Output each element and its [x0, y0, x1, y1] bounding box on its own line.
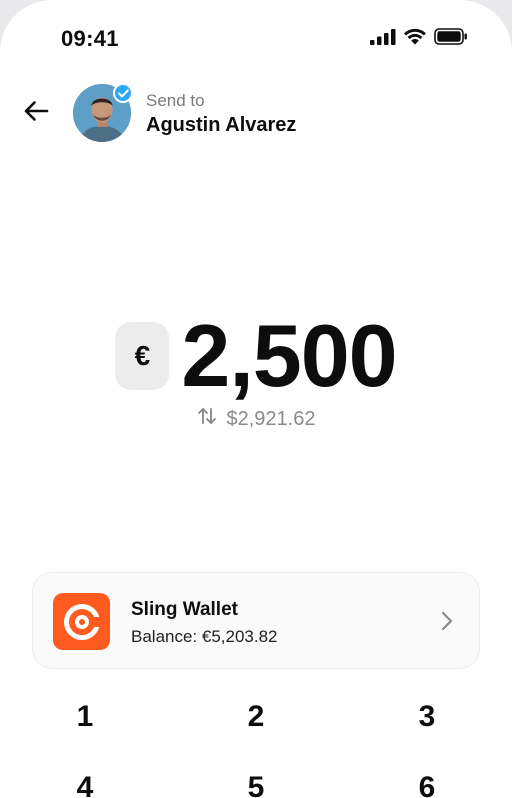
wallet-selector-card[interactable]: Sling Wallet Balance: €5,203.82 [32, 572, 480, 669]
keypad-key-4[interactable]: 4 [30, 761, 140, 798]
phone-screen: 09:41 Send to Agustin Alvarez € 2,500 $2… [0, 0, 512, 798]
battery-icon [434, 28, 468, 50]
sling-wallet-logo-icon [53, 593, 110, 650]
swap-vertical-icon[interactable] [197, 407, 217, 431]
keypad-key-5[interactable]: 5 [201, 761, 311, 798]
keypad-key-6[interactable]: 6 [372, 761, 482, 798]
currency-selector[interactable]: € [115, 322, 170, 390]
converted-amount-row: $2,921.62 [0, 407, 512, 431]
chevron-right-icon [441, 611, 453, 636]
recipient-name: Agustin Alvarez [146, 114, 297, 136]
keypad-key-3[interactable]: 3 [372, 690, 482, 744]
wifi-icon [403, 28, 427, 50]
signal-icon [370, 28, 396, 50]
send-to-label: Send to [146, 91, 205, 110]
amount-value: 2,500 [181, 306, 397, 405]
keypad-key-2[interactable]: 2 [201, 690, 311, 744]
back-button[interactable] [18, 98, 54, 128]
recipient-avatar [73, 83, 133, 142]
wallet-balance: Balance: €5,203.82 [131, 627, 278, 646]
keypad-key-1[interactable]: 1 [30, 690, 140, 744]
converted-amount: $2,921.62 [226, 407, 316, 430]
status-icons [370, 28, 468, 50]
arrow-left-icon [23, 100, 49, 127]
wallet-name: Sling Wallet [131, 599, 238, 620]
amount-display: € 2,500 [0, 312, 512, 400]
verified-badge-icon [113, 83, 133, 103]
status-time: 09:41 [61, 26, 119, 51]
